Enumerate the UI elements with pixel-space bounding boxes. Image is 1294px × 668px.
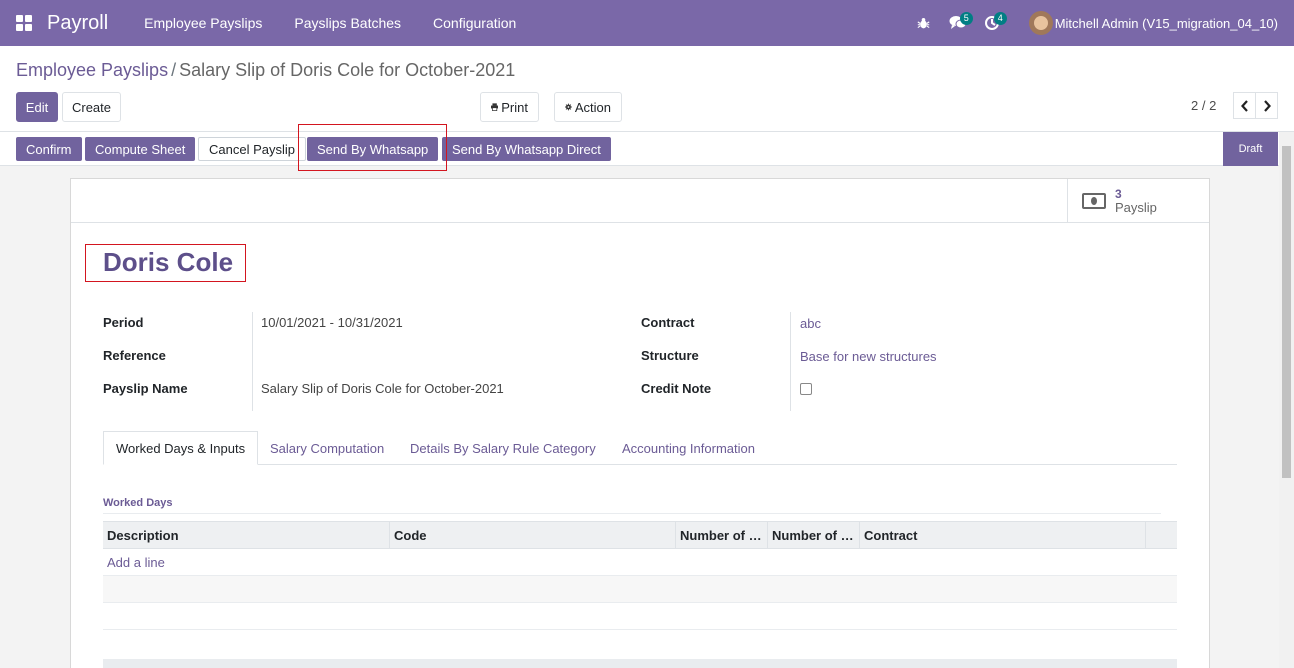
tab-accounting-information[interactable]: Accounting Information [610, 431, 767, 465]
action-button[interactable]: Action [554, 92, 622, 122]
column-description[interactable]: Description [103, 522, 390, 548]
table-row: Add a line [103, 549, 1177, 576]
payslip-count: 3 [1115, 187, 1122, 201]
column-number-of-hours[interactable]: Number of … [768, 522, 860, 548]
tab-details-by-salary-rule-category[interactable]: Details By Salary Rule Category [398, 431, 608, 465]
table-row [103, 576, 1177, 603]
activities-clock-icon[interactable]: 4 [977, 8, 1007, 38]
top-navbar: Payroll Employee Payslips Payslips Batch… [0, 0, 1294, 46]
column-number-of-days[interactable]: Number of … [676, 522, 768, 548]
table-footer [103, 659, 1177, 668]
breadcrumb-parent[interactable]: Employee Payslips [16, 60, 168, 80]
apps-menu-icon[interactable] [16, 15, 32, 31]
scrollbar-thumb[interactable] [1282, 146, 1291, 478]
credit-note-label: Credit Note [641, 381, 712, 396]
action-label: Action [574, 99, 611, 115]
credit-note-checkbox[interactable] [800, 383, 812, 395]
messages-icon[interactable]: 5 [943, 8, 973, 38]
contract-label: Contract [641, 315, 695, 330]
period-value[interactable]: 10/01/2021 - 10/31/2021 [261, 315, 403, 330]
compute-sheet-button[interactable]: Compute Sheet [85, 137, 196, 161]
status-bar: Confirm Compute Sheet Cancel Payslip Sen… [0, 131, 1294, 166]
worked-days-table-header: Description Code Number of … Number of …… [103, 521, 1177, 549]
app-brand[interactable]: Payroll [47, 12, 108, 35]
gear-icon [565, 103, 572, 111]
user-name: Mitchell Admin (V15_migration_04_10) [1054, 15, 1278, 31]
employee-highlight-box [85, 244, 246, 282]
avatar [1028, 11, 1053, 35]
tab-salary-computation[interactable]: Salary Computation [258, 431, 396, 465]
worked-days-title: Worked Days [103, 497, 173, 509]
send-by-whatsapp-direct-button[interactable]: Send By Whatsapp Direct [442, 137, 611, 161]
right-group-divider [790, 312, 791, 411]
whatsapp-highlight-box [298, 124, 447, 171]
debug-bug-icon[interactable] [909, 8, 939, 38]
breadcrumb: Employee Payslips / Salary Slip of Doris C… [16, 60, 515, 81]
column-contract[interactable]: Contract [860, 522, 1146, 548]
menu-configuration[interactable]: Configuration [433, 15, 516, 31]
print-label: Print [501, 99, 528, 115]
payslip-count-label: Payslip [1115, 200, 1157, 215]
print-button[interactable]: Print [480, 92, 539, 122]
money-icon [1082, 193, 1106, 209]
payslip-name-label: Payslip Name [103, 381, 188, 396]
contract-value[interactable]: abc [800, 316, 821, 331]
menu-employee-payslips[interactable]: Employee Payslips [144, 15, 262, 31]
chevron-left-icon [1240, 99, 1248, 112]
pager-value[interactable]: 2 / 2 [1191, 98, 1216, 113]
add-a-line-link[interactable]: Add a line [107, 555, 165, 570]
reference-label: Reference [103, 348, 166, 363]
print-icon [491, 103, 499, 111]
edit-button[interactable]: Edit [16, 92, 58, 122]
column-code[interactable]: Code [390, 522, 676, 548]
payslip-name-value[interactable]: Salary Slip of Doris Cole for October-20… [261, 381, 504, 396]
cancel-payslip-button[interactable]: Cancel Payslip [198, 137, 306, 161]
structure-value[interactable]: Base for new structures [800, 349, 937, 364]
breadcrumb-separator: / [171, 60, 177, 80]
structure-label: Structure [641, 348, 699, 363]
menu-payslips-batches[interactable]: Payslips Batches [294, 15, 401, 31]
section-divider [103, 513, 1161, 514]
notebook-tabs: Worked Days & Inputs Salary Computation … [103, 431, 1177, 465]
user-menu[interactable]: Mitchell Admin (V15_migration_04_10) [1028, 11, 1278, 35]
form-sheet: 3 Payslip Doris Cole Period 10/01/2021 -… [70, 178, 1210, 668]
breadcrumb-current: Salary Slip of Doris Cole for October-20… [179, 60, 516, 80]
payslip-smart-button[interactable]: 3 Payslip [1067, 179, 1209, 223]
create-button[interactable]: Create [62, 92, 121, 122]
button-box: 3 Payslip [71, 179, 1209, 223]
status-draft[interactable]: Draft [1223, 132, 1278, 166]
period-label: Period [103, 315, 144, 330]
table-row [103, 603, 1177, 630]
pager-next-button[interactable] [1255, 92, 1278, 119]
left-group-divider [252, 312, 253, 411]
chevron-right-icon [1263, 99, 1271, 112]
messages-badge: 5 [959, 12, 973, 25]
confirm-button[interactable]: Confirm [16, 137, 82, 161]
pager-previous-button[interactable] [1233, 92, 1256, 119]
tab-worked-days-inputs[interactable]: Worked Days & Inputs [103, 431, 259, 465]
control-panel: Employee Payslips / Salary Slip of Doris C… [0, 46, 1294, 131]
activities-badge: 4 [993, 12, 1007, 25]
